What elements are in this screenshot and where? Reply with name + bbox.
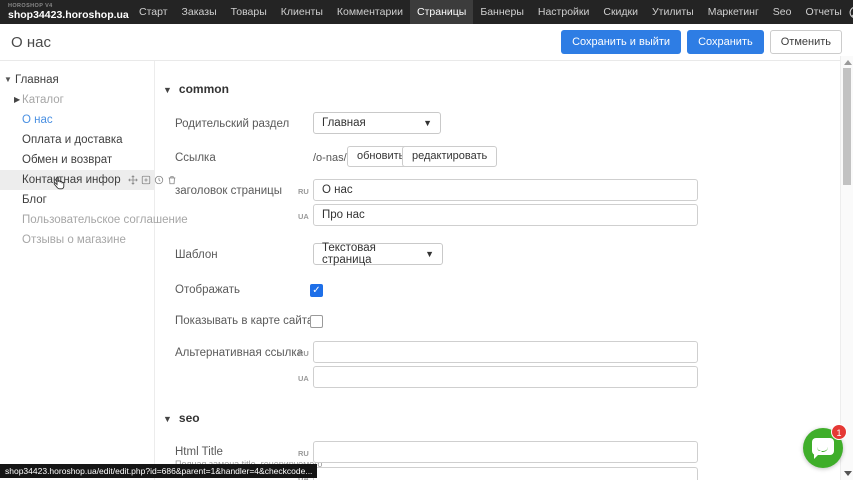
save-button[interactable]: Сохранить — [687, 30, 764, 54]
sidebar-item-about[interactable]: О нас — [0, 110, 154, 130]
nav-comments[interactable]: Комментарии — [330, 0, 410, 24]
topbar: HOROSHOP V4 shop34423.horoshop.ua Старт … — [0, 0, 853, 24]
sidebar-item-home[interactable]: ▼ Главная — [0, 70, 154, 90]
nav-banners[interactable]: Баннеры — [473, 0, 531, 24]
chevron-down-icon: ▼ — [423, 118, 432, 128]
ru-tag: RU — [298, 187, 309, 196]
ru-tag: RU — [298, 449, 309, 458]
nav-marketing[interactable]: Маркетинг — [701, 0, 766, 24]
browser-status-bar: shop34423.horoshop.ua/edit/edit.php?id=6… — [0, 464, 317, 478]
html-title-ua-input[interactable] — [313, 467, 698, 480]
mouse-cursor — [52, 176, 67, 192]
main-nav: Старт Заказы Товары Клиенты Комментарии … — [132, 0, 849, 24]
chevron-down-icon: ▼ — [425, 249, 434, 259]
pages-tree-sidebar: ▼ Главная ▶ Каталог О нас Оплата и доста… — [0, 61, 155, 480]
sidebar-item-payment-delivery[interactable]: Оплата и доставка — [0, 130, 154, 150]
nav-seo[interactable]: Seo — [766, 0, 799, 24]
alt-link-ua-input[interactable] — [313, 366, 698, 388]
scroll-up-icon[interactable] — [844, 60, 852, 65]
profile-icon[interactable] — [849, 6, 853, 19]
sidebar-item-user-agreement[interactable]: Пользовательское соглашение — [0, 210, 154, 230]
link-label: Ссылка — [175, 152, 216, 164]
save-and-exit-button[interactable]: Сохранить и выйти — [561, 30, 681, 54]
sitemap-label: Показывать в карте сайта — [175, 315, 313, 327]
logo[interactable]: HOROSHOP V4 shop34423.horoshop.ua — [0, 4, 128, 21]
section-seo[interactable]: ▼seo — [163, 411, 200, 425]
page: HOROSHOP V4 shop34423.horoshop.ua Старт … — [0, 0, 853, 480]
scroll-down-icon[interactable] — [844, 471, 852, 476]
alt-link-ru-input[interactable] — [313, 341, 698, 363]
chat-widget-button[interactable]: 1 — [803, 428, 843, 468]
nav-settings[interactable]: Настройки — [531, 0, 597, 24]
display-checkbox[interactable]: ✓ — [310, 284, 323, 297]
chat-icon — [812, 438, 834, 455]
section-common[interactable]: ▼common — [163, 82, 229, 96]
nav-utilities[interactable]: Утилиты — [645, 0, 701, 24]
html-title-label: Html Title — [175, 446, 223, 458]
chevron-right-icon[interactable]: ▶ — [14, 90, 20, 110]
sidebar-item-catalog[interactable]: ▶ Каталог — [0, 90, 154, 110]
page-title-ua-input[interactable] — [313, 204, 698, 226]
parent-section-label: Родительский раздел — [175, 118, 289, 130]
sidebar-item-exchange-return[interactable]: Обмен и возврат — [0, 150, 154, 170]
move-icon[interactable] — [128, 175, 138, 185]
sidebar-item-blog[interactable]: Блог — [0, 190, 154, 210]
nav-start[interactable]: Старт — [132, 0, 175, 24]
link-path-value: /o-nas/ — [313, 152, 347, 164]
template-select[interactable]: Текстовая страница ▼ — [313, 243, 443, 265]
delete-icon[interactable] — [167, 175, 177, 185]
html-title-ru-input[interactable] — [313, 441, 698, 463]
sidebar-item-contact-info[interactable]: Контактная инфор — [0, 170, 154, 190]
nav-clients[interactable]: Клиенты — [274, 0, 330, 24]
link-edit-button[interactable]: редактировать — [402, 146, 497, 167]
page-header: О нас Сохранить и выйти Сохранить Отмени… — [0, 24, 853, 61]
template-label: Шаблон — [175, 249, 218, 261]
ua-tag: UA — [298, 374, 309, 383]
scrollbar[interactable] — [840, 56, 853, 480]
chevron-down-icon: ▼ — [163, 85, 172, 95]
sitemap-checkbox[interactable] — [310, 315, 323, 328]
chat-unread-badge: 1 — [831, 424, 847, 440]
cancel-button[interactable]: Отменить — [770, 30, 842, 54]
scrollbar-thumb[interactable] — [843, 68, 851, 185]
logo-domain: shop34423.horoshop.ua — [8, 10, 128, 21]
ru-tag: RU — [298, 349, 309, 358]
nav-pages[interactable]: Страницы — [410, 0, 473, 24]
add-page-icon[interactable] — [141, 175, 151, 185]
nav-reports[interactable]: Отчеты — [798, 0, 848, 24]
page-title-label: заголовок страницы — [175, 185, 282, 197]
nav-products[interactable]: Товары — [224, 0, 274, 24]
nav-discounts[interactable]: Скидки — [596, 0, 645, 24]
page-title-ru-input[interactable] — [313, 179, 698, 201]
sidebar-item-store-reviews[interactable]: Отзывы о магазине — [0, 230, 154, 250]
page-title: О нас — [0, 34, 51, 51]
ua-tag: UA — [298, 212, 309, 221]
chevron-down-icon[interactable]: ▼ — [4, 70, 12, 90]
display-label: Отображать — [175, 284, 240, 296]
settings-icon[interactable] — [154, 175, 164, 185]
nav-orders[interactable]: Заказы — [175, 0, 224, 24]
chevron-down-icon: ▼ — [163, 414, 172, 424]
alt-link-label: Альтернативная ссылка — [175, 347, 303, 359]
parent-section-select[interactable]: Главная ▼ — [313, 112, 441, 134]
